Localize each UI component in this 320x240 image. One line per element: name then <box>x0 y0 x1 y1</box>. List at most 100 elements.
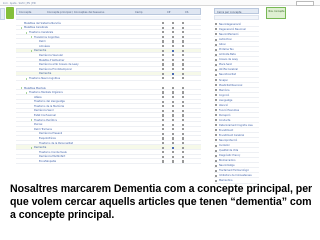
checkbox-secondary[interactable] <box>182 26 185 29</box>
checkbox-field[interactable] <box>162 105 165 108</box>
expand-arrow-icon[interactable] <box>20 87 22 90</box>
tree-row-label[interactable]: Esquizofrènia <box>39 137 56 140</box>
item-checkbox[interactable] <box>215 43 217 46</box>
tree-row-label[interactable]: Deliri Tremens <box>34 128 52 131</box>
tree-row-label[interactable]: Trastorns Psicòtics <box>34 119 57 122</box>
checkbox-secondary[interactable] <box>182 141 185 145</box>
tree-row-label[interactable]: Trastorns de la Personalitat <box>39 142 73 145</box>
expand-arrow-icon[interactable] <box>20 26 22 29</box>
checkbox-main-concept[interactable] <box>172 123 175 126</box>
checkbox-main-concept[interactable] <box>172 155 175 158</box>
checkbox-secondary[interactable] <box>182 54 185 57</box>
checkbox-main-concept[interactable] <box>172 45 175 48</box>
checkbox-secondary[interactable] <box>182 137 185 140</box>
checkbox-field[interactable] <box>162 91 165 94</box>
tree-row-label[interactable]: Afàsia <box>34 96 42 99</box>
checkbox-main-concept[interactable] <box>172 114 175 117</box>
checkbox-main-concept[interactable] <box>172 54 175 57</box>
tree-row-label[interactable]: Demència Senil <box>34 109 54 112</box>
checkbox-secondary[interactable] <box>182 72 185 75</box>
checkbox-field[interactable] <box>162 141 165 145</box>
item-checkbox[interactable] <box>215 104 217 107</box>
checkbox-field[interactable] <box>162 114 165 117</box>
expand-arrow-icon[interactable] <box>30 36 32 39</box>
item-checkbox[interactable] <box>215 134 217 137</box>
checkbox-field[interactable] <box>162 31 165 34</box>
checkbox-main-concept[interactable] <box>172 96 175 99</box>
checkbox-secondary[interactable] <box>182 128 185 131</box>
checkbox-secondary[interactable] <box>182 77 185 80</box>
tree-row-label[interactable]: Malalties Mentals <box>24 87 46 90</box>
tree-row-label[interactable]: Demència Frontotemporal <box>39 68 72 71</box>
item-checkbox[interactable] <box>215 109 217 112</box>
checkbox-secondary[interactable] <box>182 45 185 48</box>
item-checkbox[interactable] <box>215 99 217 102</box>
checkbox-field[interactable] <box>162 100 165 103</box>
item-checkbox[interactable] <box>215 78 217 81</box>
checkbox-secondary[interactable] <box>182 146 185 149</box>
tree-row-label[interactable]: Psicosi <box>34 123 42 126</box>
expand-arrow-icon[interactable] <box>25 31 27 34</box>
tree-row-label[interactable]: Demència amb Cossos de Lewy <box>39 63 79 66</box>
checkbox-main-concept[interactable] <box>172 151 175 154</box>
item-checkbox[interactable] <box>215 124 217 127</box>
item-checkbox[interactable] <box>215 164 217 167</box>
item-checkbox[interactable] <box>215 94 217 97</box>
tree-row-label[interactable]: Encefalopatia <box>39 160 56 163</box>
item-checkbox[interactable] <box>215 23 217 26</box>
selected-tab-marker[interactable] <box>6 7 14 19</box>
expand-arrow-icon[interactable] <box>25 91 27 94</box>
checkbox-secondary[interactable] <box>182 58 185 62</box>
checkbox-secondary[interactable] <box>182 91 185 94</box>
checkbox-main-concept[interactable] <box>172 109 175 112</box>
expand-arrow-icon[interactable] <box>30 49 32 52</box>
checkbox-main-concept[interactable] <box>172 160 175 163</box>
item-checkbox[interactable] <box>215 149 217 152</box>
tree-row[interactable]: Trastorns Neurocognitius <box>16 76 201 81</box>
checkbox-secondary[interactable] <box>182 114 185 117</box>
item-checkbox[interactable] <box>215 144 217 147</box>
checkbox-main-concept[interactable] <box>172 86 175 89</box>
checkbox-main-concept[interactable] <box>172 49 175 52</box>
checkbox-main-concept[interactable] <box>172 72 175 75</box>
tree-row-label[interactable]: Trastorns Conductuals <box>39 151 67 154</box>
checkbox-main-concept[interactable] <box>172 128 175 131</box>
tree-row-label[interactable]: Trastorns Mentals Orgànics <box>29 91 63 94</box>
tree-row-label[interactable]: Demència Presenil <box>39 132 62 135</box>
tree-row-label[interactable]: Trastorns del Llenguatge <box>34 100 65 103</box>
checkbox-field[interactable] <box>162 86 165 89</box>
checkbox-secondary[interactable] <box>182 31 185 34</box>
checkbox-main-concept[interactable] <box>172 137 175 140</box>
checkbox-field[interactable] <box>162 146 165 149</box>
checkbox-secondary[interactable] <box>182 35 185 39</box>
checkbox-main-concept[interactable] <box>172 132 175 135</box>
checkbox-secondary[interactable] <box>182 96 185 99</box>
tree-row-label[interactable]: Estat Confusional <box>34 114 56 117</box>
tree-row-label[interactable]: Demència Multiinfart <box>39 155 65 158</box>
item-checkbox[interactable] <box>215 179 217 182</box>
top-links[interactable]: Inici · Ajuda · Sortir | ES | EN <box>3 2 35 5</box>
checkbox-secondary[interactable] <box>182 63 185 66</box>
checkbox-main-concept[interactable] <box>172 100 175 103</box>
checkbox-secondary[interactable] <box>182 109 185 112</box>
checkbox-main-concept[interactable] <box>172 26 175 29</box>
expand-arrow-icon[interactable] <box>25 77 27 80</box>
checkbox-secondary[interactable] <box>182 22 185 25</box>
checkbox-field[interactable] <box>162 96 165 99</box>
checkbox-field[interactable] <box>162 35 165 39</box>
item-checkbox[interactable] <box>215 114 217 117</box>
checkbox-field[interactable] <box>162 40 165 43</box>
item-checkbox[interactable] <box>215 154 217 157</box>
checkbox-secondary[interactable] <box>182 118 185 122</box>
item-checkbox[interactable] <box>215 73 217 76</box>
checkbox-main-concept[interactable] <box>172 105 175 108</box>
item-checkbox[interactable] <box>215 68 217 71</box>
item-checkbox[interactable] <box>215 174 217 177</box>
checkbox-field[interactable] <box>162 72 165 75</box>
checkbox-main-concept[interactable] <box>172 58 175 62</box>
item-checkbox[interactable] <box>215 89 217 91</box>
item-checkbox[interactable] <box>215 129 217 132</box>
checkbox-field[interactable] <box>162 160 165 163</box>
item-checkbox[interactable] <box>215 48 217 51</box>
item-checkbox[interactable] <box>215 53 217 56</box>
